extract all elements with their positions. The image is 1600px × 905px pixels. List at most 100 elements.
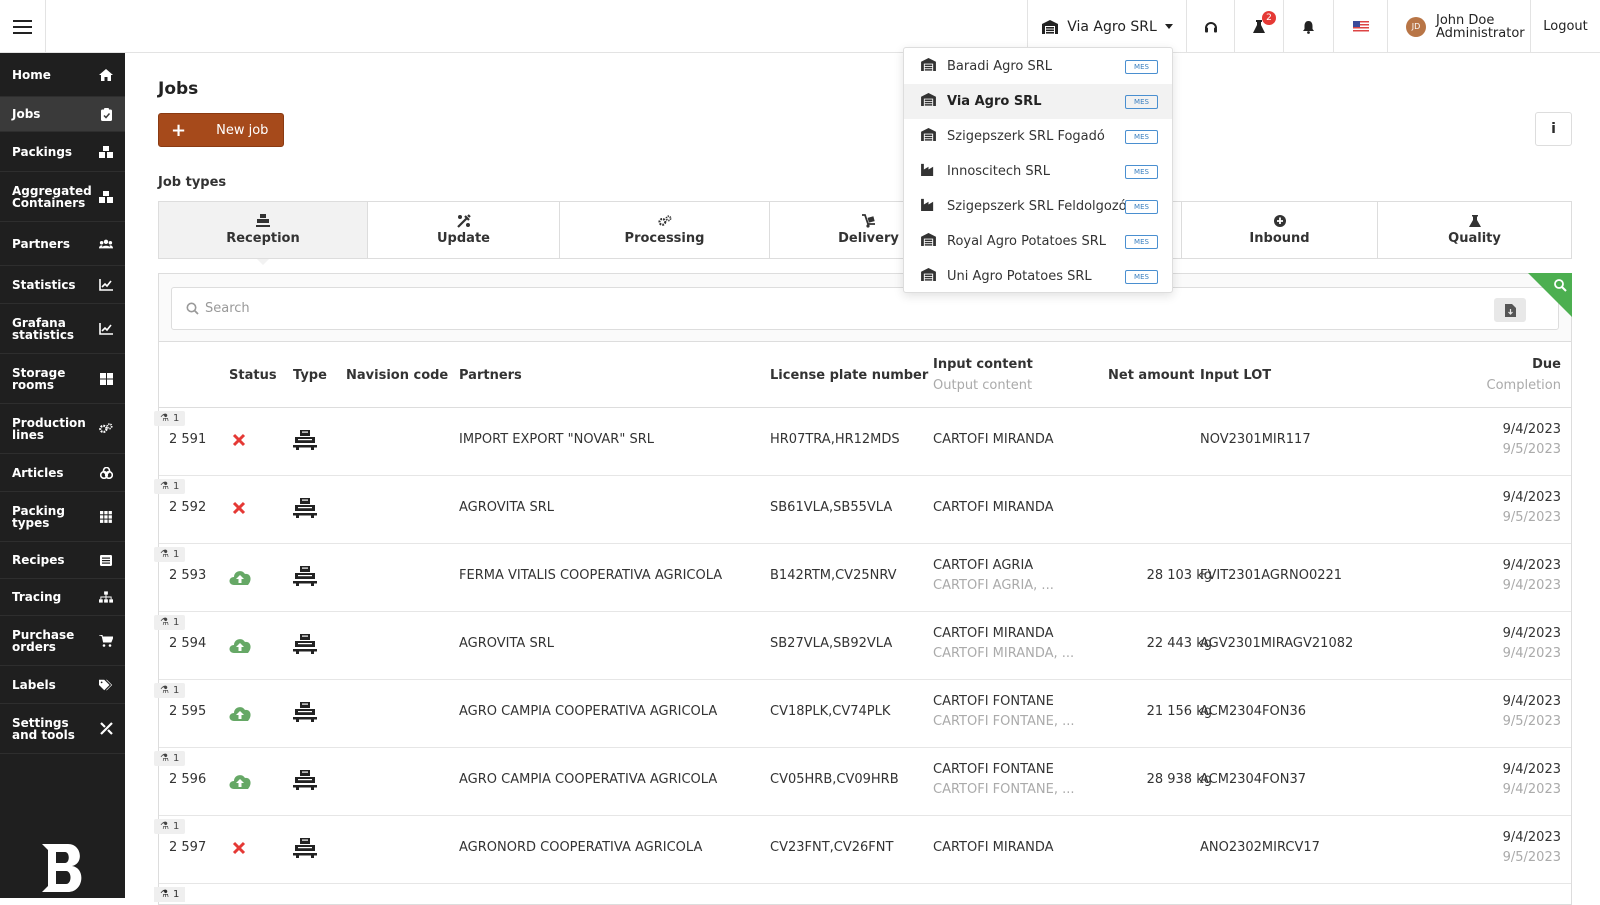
tab-reception[interactable]: Reception [159,202,368,265]
page-title: Jobs [158,79,199,99]
partner-name: IMPORT EXPORT "NOVAR" SRL [459,432,654,447]
logout-button[interactable]: Logout [1530,0,1600,53]
table-row[interactable]: ⚗ 1 2 594 AGROVITA SRL SB27VLA,SB92VLA CARTOF… [154,612,1571,680]
dropdown-item-company[interactable]: Uni Agro Potatoes SRL MES [904,259,1172,294]
search-icon [1554,279,1567,292]
export-button[interactable] [1494,298,1526,322]
mes-badge: MES [1125,235,1158,249]
tab-inbound[interactable]: Inbound [1182,202,1378,258]
sidebar-item-packings[interactable]: Packings [0,132,125,172]
sidebar-item-articles[interactable]: Articles [0,454,125,492]
support-button[interactable] [1186,0,1234,53]
dropdown-item-company[interactable]: Innoscitech SRL MES [904,154,1172,189]
completion-date: 9/5/2023 [1502,442,1561,457]
col-type[interactable]: Type [293,368,327,383]
mes-badge: MES [1125,130,1158,144]
cloud-upload-icon [228,637,252,657]
table-row[interactable]: ⚗ 1 [154,884,1571,904]
col-license-plate[interactable]: License plate number [770,368,928,383]
table-row[interactable]: ⚗ 1 2 592 AGROVITA SRL SB61VLA,SB55VLA CARTOF… [154,476,1571,544]
alert-count-badge: 2 [1262,11,1276,25]
language-selector[interactable] [1333,0,1387,53]
company-selector[interactable]: Via Agro SRL [1027,0,1186,53]
grid-icon [99,510,113,523]
col-status[interactable]: Status [229,368,277,383]
sidebar-item-label: Packings [12,144,73,159]
tab-processing[interactable]: Processing [560,202,770,258]
dropdown-item-company[interactable]: Royal Agro Potatoes SRL MES [904,224,1172,259]
search-input[interactable]: Search [171,287,1559,330]
chart-line-icon [99,322,113,335]
dropdown-item-company[interactable]: Szigepszerk SRL Fogadó MES [904,119,1172,154]
due-date: 9/4/2023 [1502,422,1561,437]
user-menu[interactable]: JD John Doe Administrator [1387,0,1530,53]
sidebar: Home Jobs Packings Aggregated Containers… [0,53,125,898]
sidebar-item-production-lines[interactable]: Production lines [0,404,125,454]
sidebar-item-jobs[interactable]: Jobs [0,97,125,132]
col-completion[interactable]: Completion [1487,378,1561,393]
license-plate: SB61VLA,SB55VLA [770,500,893,515]
license-plate: CV05HRB,CV09HRB [770,772,899,787]
table-row[interactable]: ⚗ 1 2 595 AGRO CAMPIA COOPERATIVA AGRICOLA C… [154,680,1571,748]
flask-icon: ⚗ [160,617,169,628]
boxes-icon [99,190,113,203]
col-navision[interactable]: Navision code [346,368,448,383]
sidebar-item-statistics[interactable]: Statistics [0,266,125,304]
table-row[interactable]: ⚗ 1 2 597 AGRONORD COOPERATIVA AGRICOLA CV23… [154,816,1571,884]
sidebar-item-tracing[interactable]: Tracing [0,579,125,616]
sidebar-item-home[interactable]: Home [0,53,125,97]
tags-icon [99,679,113,691]
headset-icon [1204,21,1217,32]
sidebar-item-settings-and-tools[interactable]: Settings and tools [0,704,125,754]
menu-toggle-button[interactable] [0,0,46,53]
completion-date: 9/4/2023 [1502,578,1561,593]
boxes-icon [99,145,113,158]
tab-quality[interactable]: Quality [1378,202,1571,258]
sidebar-item-aggregated-containers[interactable]: Aggregated Containers [0,172,125,222]
due-date: 9/4/2023 [1502,694,1561,709]
dropdown-item-company[interactable]: Via Agro SRL MES [904,84,1172,119]
industry-icon [920,163,937,180]
table-row[interactable]: ⚗ 1 2 596 AGRO CAMPIA COOPERATIVA AGRICOLA C… [154,748,1571,816]
input-lot: NOV2301MIR117 [1200,432,1311,447]
col-output-content[interactable]: Output content [933,378,1032,393]
sidebar-item-partners[interactable]: Partners [0,222,125,266]
search-panel: Search [158,273,1572,341]
us-flag-icon [1352,21,1369,32]
quality-alerts-button[interactable]: 2 [1234,0,1283,53]
warehouse-icon [920,268,937,285]
job-id: 2 593 [169,568,207,583]
tab-update[interactable]: Update [368,202,560,258]
table-row[interactable]: ⚗ 1 2 593 FERMA VITALIS COOPERATIVA AGRICOL… [154,544,1571,612]
bell-icon [1303,20,1314,34]
sidebar-item-labels[interactable]: Labels [0,666,125,704]
main-content: Jobs + New job i Job types Reception Upda… [125,53,1600,905]
col-input-content[interactable]: Input content [933,357,1033,372]
info-button[interactable]: i [1535,112,1572,146]
col-partners[interactable]: Partners [459,368,522,383]
dropdown-item-company[interactable]: Szigepszerk SRL Feldolgozó MES [904,189,1172,224]
sidebar-item-storage-rooms[interactable]: Storage rooms [0,354,125,404]
sidebar-item-grafana-statistics[interactable]: Grafana statistics [0,304,125,354]
sidebar-item-label: Labels [12,677,56,692]
reception-type-icon [293,566,317,590]
sidebar-item-label: Storage rooms [12,365,66,392]
notifications-button[interactable] [1283,0,1333,53]
license-plate: CV23FNT,CV26FNT [770,840,894,855]
new-job-button[interactable]: + New job [158,113,284,147]
list-icon [99,554,113,566]
sidebar-item-recipes[interactable]: Recipes [0,542,125,579]
sidebar-item-packing-types[interactable]: Packing types [0,492,125,542]
input-content: CARTOFI MIRANDA [933,500,1054,515]
dropdown-item-company[interactable]: Baradi Agro SRL MES [904,49,1172,84]
table-row[interactable]: ⚗ 1 2 591 IMPORT EXPORT "NOVAR" SRL HR07TRA,… [154,408,1571,476]
input-content: CARTOFI MIRANDA [933,432,1054,447]
col-input-lot[interactable]: Input LOT [1200,368,1271,383]
col-due[interactable]: Due [1532,357,1561,372]
tab-label: Inbound [1249,231,1310,246]
sidebar-item-purchase-orders[interactable]: Purchase orders [0,616,125,666]
output-content: CARTOFI FONTANE, ... [933,714,1075,729]
col-net-amount[interactable]: Net amount [1108,368,1194,383]
output-content: CARTOFI AGRIA, ... [933,578,1054,593]
input-lot: AGV2301MIRAGV21082 [1200,636,1354,651]
